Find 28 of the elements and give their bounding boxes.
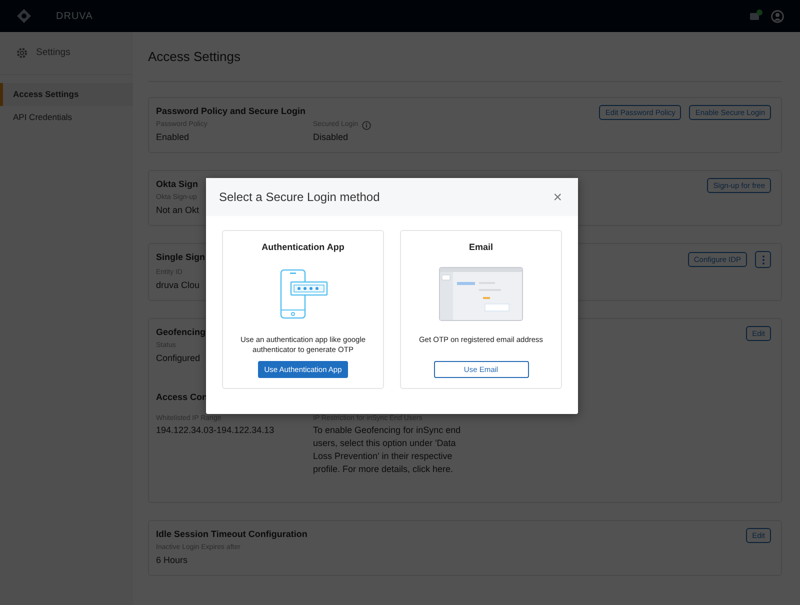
option-title: Email xyxy=(468,241,493,254)
settings-icon xyxy=(16,47,28,59)
close-button[interactable]: × xyxy=(553,190,562,204)
section-title: Single Sign xyxy=(156,251,206,264)
more-button[interactable] xyxy=(755,251,771,268)
section-title: Password Policy and Secure Login xyxy=(156,105,306,118)
brand-name: DRUVA xyxy=(56,10,93,24)
field-value: druva Clou xyxy=(156,278,200,292)
info-icon[interactable] xyxy=(362,120,372,130)
field-value: Enabled xyxy=(156,130,190,144)
section-title: Idle Session Timeout Configuration xyxy=(156,528,308,542)
field-value: 194.122.34.03-194.122.34.13 xyxy=(156,424,276,437)
option-title: Authentication App xyxy=(262,241,344,254)
field-value: Configured xyxy=(156,352,200,365)
link[interactable]: click here. xyxy=(412,464,454,474)
section-title: Geofencing xyxy=(156,326,206,339)
user-icon[interactable] xyxy=(771,10,784,22)
field-text: To enable Geofencing for inSync end users, select this option under 'Data Loss Prevention' in their respective profile. For more details, click here. xyxy=(313,424,462,476)
field-value: 6 Hours xyxy=(156,554,189,567)
logo-icon xyxy=(16,8,32,24)
chat-icon[interactable] xyxy=(749,9,763,23)
field-value: Not an Okt xyxy=(156,204,200,216)
sidebar-item[interactable]: Access Settings xyxy=(0,83,133,106)
field-value: Disabled xyxy=(313,130,350,144)
page-title: Access Settings xyxy=(148,48,240,66)
section-title: Okta Sign xyxy=(156,178,198,191)
modal-title: Select a Secure Login method xyxy=(219,189,380,206)
kebab-icon xyxy=(762,254,764,264)
